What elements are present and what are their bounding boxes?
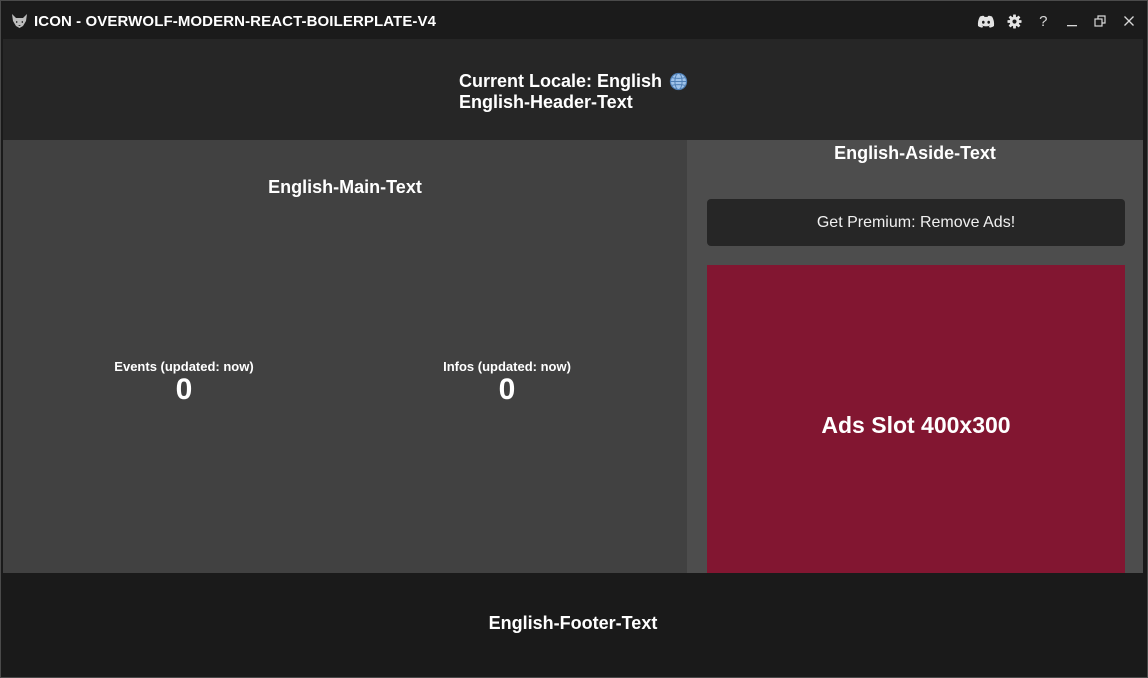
ad-slot[interactable]: Ads Slot 400x300 [707, 265, 1125, 585]
events-stat: Events (updated: now) 0 [84, 359, 284, 406]
events-label: Events (updated: now) [114, 359, 254, 374]
minimize-icon[interactable] [1058, 3, 1087, 39]
wolf-icon [10, 12, 28, 30]
globe-icon[interactable] [669, 72, 688, 91]
window-controls: ? [972, 3, 1143, 39]
titlebar[interactable]: ICON - OVERWOLF-MODERN-REACT-BOILERPLATE… [3, 3, 1143, 39]
aside-panel: English-Aside-Text Get Premium: Remove A… [687, 140, 1143, 585]
footer: English-Footer-Text [3, 573, 1143, 673]
discord-icon[interactable] [972, 3, 1001, 39]
gear-icon[interactable] [1001, 3, 1030, 39]
infos-stat: Infos (updated: now) 0 [407, 359, 607, 406]
events-count: 0 [175, 373, 193, 406]
locale-line: Current Locale: English [459, 71, 688, 92]
infos-count: 0 [498, 373, 516, 406]
main-panel: English-Main-Text Events (updated: now) … [3, 140, 687, 573]
close-icon[interactable] [1115, 3, 1144, 39]
current-locale-label: Current Locale: English [459, 71, 663, 91]
help-icon[interactable]: ? [1029, 3, 1058, 39]
window-title: ICON - OVERWOLF-MODERN-REACT-BOILERPLATE… [34, 12, 437, 30]
header-text: English-Header-Text [459, 92, 633, 112]
aside-title: English-Aside-Text [834, 143, 996, 163]
header-content: Current Locale: English English-Header-T… [459, 71, 688, 113]
infos-label: Infos (updated: now) [443, 359, 571, 374]
header: Current Locale: English English-Header-T… [3, 39, 1143, 140]
main-title: English-Main-Text [268, 177, 422, 197]
app-window: ICON - OVERWOLF-MODERN-REACT-BOILERPLATE… [0, 0, 1148, 678]
restore-icon[interactable] [1086, 3, 1115, 39]
get-premium-button[interactable]: Get Premium: Remove Ads! [707, 199, 1125, 246]
